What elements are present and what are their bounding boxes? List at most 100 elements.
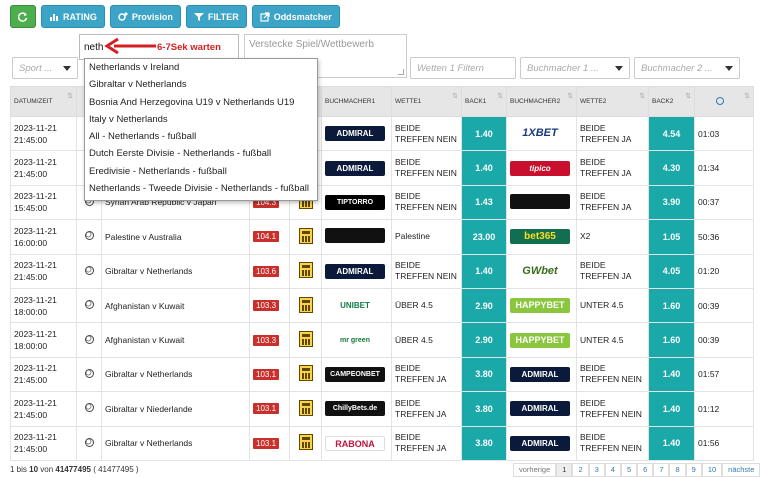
pager-prev[interactable]: vorherige: [513, 463, 557, 477]
pager-page[interactable]: 1: [556, 463, 573, 477]
back2-cell[interactable]: 3.90: [648, 184, 695, 221]
filter-button[interactable]: FILTER: [185, 5, 247, 28]
bookmaker2-logo[interactable]: GWbet: [510, 263, 570, 279]
suggestion-item[interactable]: All - Netherlands - fußball: [85, 128, 317, 145]
back1-cell[interactable]: 3.80: [461, 425, 507, 461]
bookmaker2-logo[interactable]: ADMIRAL: [510, 435, 570, 451]
info-post: ( 41477495 ): [90, 465, 139, 474]
calculator-icon[interactable]: [299, 434, 313, 451]
bookmaker2-logo[interactable]: HAPPYBET: [510, 298, 570, 314]
back2-cell[interactable]: 1.40: [648, 425, 695, 461]
table-row[interactable]: 2023-11-21 21:45:00 Gibraltar v Netherland…: [10, 253, 754, 289]
col-header-clock[interactable]: ⇅: [694, 86, 754, 117]
col-header-back1[interactable]: BACK1 ⇅: [461, 86, 507, 117]
pager-page[interactable]: 7: [653, 463, 670, 477]
calculator-icon[interactable]: [299, 262, 313, 279]
suggestion-item[interactable]: Italy v Netherlands: [85, 111, 317, 128]
back2-cell[interactable]: 1.40: [648, 356, 695, 393]
back1-cell[interactable]: 1.43: [461, 184, 507, 221]
provision-button[interactable]: Provision: [109, 5, 181, 28]
rating-cell: 103.1: [249, 391, 290, 427]
back1-cell[interactable]: 1.40: [461, 253, 507, 289]
wette1-line1: BEIDE: [395, 260, 421, 271]
table-row[interactable]: 2023-11-21 18:00:00 Afghanistan v Kuwait 10…: [10, 322, 754, 358]
pager-page[interactable]: 5: [620, 463, 638, 477]
bookmaker1-logo[interactable]: ADMIRAL: [325, 160, 385, 176]
table-row[interactable]: 2023-11-21 21:45:00 Gibraltar v Niederland…: [10, 391, 754, 427]
buchmacher2-select[interactable]: Buchmacher 2 ...: [634, 57, 740, 79]
back1-cell[interactable]: 3.80: [461, 356, 507, 393]
resize-handle-icon[interactable]: [398, 69, 404, 75]
back1-cell[interactable]: 2.90: [461, 322, 507, 358]
table-row[interactable]: 2023-11-21 21:45:00 Gibraltar v Netherland…: [10, 425, 754, 461]
pager-page[interactable]: 8: [669, 463, 686, 477]
bookmaker1-logo[interactable]: RABONA: [325, 435, 385, 451]
bookmaker1-logo[interactable]: ChillyBets.de: [325, 401, 385, 417]
back1-cell[interactable]: 2.90: [461, 287, 507, 324]
col-header-buchmacher2[interactable]: BUCHMACHER2 ⇅: [506, 86, 577, 117]
pager-page[interactable]: 3: [588, 463, 605, 477]
rating-badge: 103.1: [253, 368, 280, 380]
wette-filter-input[interactable]: Wetten 1 Filtern: [410, 57, 516, 79]
table-row[interactable]: 2023-11-21 16:00:00 Palestine v Australia 1…: [10, 219, 754, 255]
pager-next[interactable]: nächste: [722, 463, 760, 477]
back2-cell[interactable]: 1.40: [648, 391, 695, 427]
bookmaker1-logo[interactable]: UNIBET: [325, 298, 385, 314]
col-header-wette1[interactable]: WETTE1 ⇅: [391, 86, 462, 117]
calculator-icon[interactable]: [299, 399, 313, 416]
bookmaker2-logo[interactable]: [510, 193, 570, 209]
datetime-cell: 2023-11-21 18:00:00: [10, 287, 77, 324]
pager-page[interactable]: 6: [637, 463, 654, 477]
refresh-button[interactable]: [10, 5, 36, 28]
pager-page[interactable]: 10: [701, 463, 723, 477]
table-row[interactable]: 2023-11-21 18:00:00 Afghanistan v Kuwait 10…: [10, 287, 754, 324]
suggestion-item[interactable]: Dutch Eerste Divisie - Netherlands - fuß…: [85, 145, 317, 162]
sport-select[interactable]: Sport ...: [12, 57, 78, 79]
bookmaker2-cell: ADMIRAL: [506, 356, 577, 393]
buchmacher1-select[interactable]: Buchmacher 1 ...: [520, 57, 630, 79]
bookmaker2-logo[interactable]: ADMIRAL: [510, 366, 570, 382]
datetime-cell: 2023-11-21 21:45:00: [10, 115, 77, 152]
back1-cell[interactable]: 1.40: [461, 150, 507, 186]
calculator-icon[interactable]: [299, 227, 313, 244]
back2-cell[interactable]: 4.54: [648, 115, 695, 152]
back2-cell[interactable]: 1.60: [648, 322, 695, 358]
back2-cell[interactable]: 4.30: [648, 150, 695, 186]
wette1-line1: BEIDE: [395, 157, 421, 168]
back2-cell[interactable]: 1.60: [648, 287, 695, 324]
suggestion-item[interactable]: Netherlands - Tweede Divisie - Netherlan…: [85, 180, 317, 197]
bookmaker2-logo[interactable]: HAPPYBET: [510, 332, 570, 348]
back2-cell[interactable]: 4.05: [648, 253, 695, 289]
bookmaker1-logo[interactable]: ADMIRAL: [325, 126, 385, 142]
table-row[interactable]: 2023-11-21 21:45:00 Gibraltar v Netherland…: [10, 356, 754, 393]
pager-page[interactable]: 9: [685, 463, 702, 477]
bookmaker1-logo[interactable]: CAMPEONBET: [325, 366, 385, 382]
suggestion-item[interactable]: Gibraltar v Netherlands: [85, 76, 317, 93]
col-header-datetime[interactable]: DATUM/ZEIT ⇅: [10, 86, 77, 117]
bookmaker2-logo[interactable]: 1XBET: [510, 126, 570, 142]
bookmaker1-logo[interactable]: mr green: [325, 332, 385, 348]
suggestion-item[interactable]: Netherlands v Ireland: [85, 59, 317, 76]
rating-button[interactable]: RATING: [41, 5, 105, 28]
suggestion-item[interactable]: Bosnia And Herzegovina U19 v Netherlands…: [85, 94, 317, 111]
calculator-icon[interactable]: [299, 331, 313, 348]
bookmaker1-logo[interactable]: TIPTORRO: [325, 194, 385, 210]
pager-page[interactable]: 4: [604, 463, 621, 477]
col-header-buchmacher1[interactable]: BUCHMACHER1: [321, 86, 392, 117]
bookmaker1-logo[interactable]: [325, 228, 385, 244]
bookmaker2-logo[interactable]: bet365: [510, 229, 570, 245]
back2-cell[interactable]: 1.05: [648, 219, 695, 255]
back1-cell[interactable]: 3.80: [461, 391, 507, 427]
pager-page[interactable]: 2: [572, 463, 589, 477]
calculator-icon[interactable]: [299, 365, 313, 382]
bookmaker2-logo[interactable]: tipico: [510, 160, 570, 176]
suggestion-item[interactable]: Eredivisie - Netherlands - fußball: [85, 163, 317, 180]
col-header-back2[interactable]: BACK2 ⇅: [648, 86, 695, 117]
col-header-wette2[interactable]: WETTE2 ⇅: [576, 86, 649, 117]
back1-cell[interactable]: 23.00: [461, 219, 507, 255]
bookmaker1-logo[interactable]: ADMIRAL: [325, 263, 385, 279]
oddsmatcher-button[interactable]: Oddsmatcher: [251, 5, 340, 28]
calculator-icon[interactable]: [299, 296, 313, 313]
bookmaker2-logo[interactable]: ADMIRAL: [510, 401, 570, 417]
back1-cell[interactable]: 1.40: [461, 115, 507, 152]
